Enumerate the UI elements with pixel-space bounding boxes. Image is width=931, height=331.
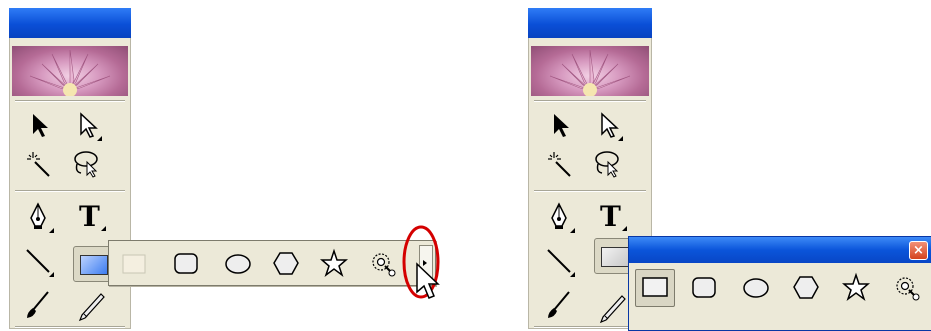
rounded-rectangle-tool[interactable] [169, 247, 203, 279]
paintbrush-tool-icon[interactable] [21, 288, 55, 322]
svg-text:T: T [79, 200, 100, 232]
paintbrush-tool-icon[interactable] [542, 288, 576, 322]
toolbox-logo-image [12, 46, 128, 96]
shape-tools-flyout [108, 240, 436, 286]
type-tool-icon[interactable]: T [73, 198, 107, 232]
svg-text:T: T [600, 200, 621, 232]
pencil-tool-icon[interactable] [594, 292, 628, 326]
close-icon[interactable]: × [909, 241, 928, 260]
line-segment-tool-icon[interactable] [21, 244, 55, 278]
line-segment-tool-icon[interactable] [542, 244, 576, 278]
lasso-tool-icon[interactable] [69, 146, 103, 180]
toolbox-titlebar[interactable] [528, 8, 652, 38]
type-tool-icon[interactable]: T [594, 198, 628, 232]
pencil-tool-icon[interactable] [73, 290, 107, 324]
lasso-tool-icon[interactable] [590, 146, 624, 180]
toolbox-titlebar[interactable] [9, 8, 131, 38]
selection-tool-icon[interactable] [542, 108, 576, 142]
ellipse-tool[interactable] [221, 247, 255, 279]
magic-wand-tool-icon[interactable] [542, 146, 576, 180]
selection-tool-icon[interactable] [21, 108, 55, 142]
direct-selection-tool-icon[interactable] [69, 108, 103, 142]
rectangle-tool[interactable] [635, 269, 675, 307]
polygon-tool[interactable] [269, 247, 303, 279]
mouse-cursor-icon [416, 262, 440, 299]
polygon-tool[interactable] [789, 271, 823, 303]
direct-selection-tool-icon[interactable] [590, 108, 624, 142]
toolbox-logo-image [531, 46, 649, 96]
flare-tool[interactable] [889, 271, 923, 303]
floating-window-titlebar[interactable]: × [629, 237, 931, 263]
rounded-rectangle-tool[interactable] [687, 271, 721, 303]
star-tool[interactable] [317, 247, 351, 279]
magic-wand-tool-icon[interactable] [21, 146, 55, 180]
star-tool[interactable] [839, 271, 873, 303]
ellipse-tool[interactable] [739, 271, 773, 303]
rectangle-tool[interactable] [117, 247, 151, 279]
pen-tool-icon[interactable] [21, 200, 55, 234]
torn-off-shape-tools-window: × [628, 236, 931, 331]
shape-tools-row [635, 269, 930, 309]
pen-tool-icon[interactable] [542, 200, 576, 234]
flare-tool[interactable] [365, 247, 399, 279]
